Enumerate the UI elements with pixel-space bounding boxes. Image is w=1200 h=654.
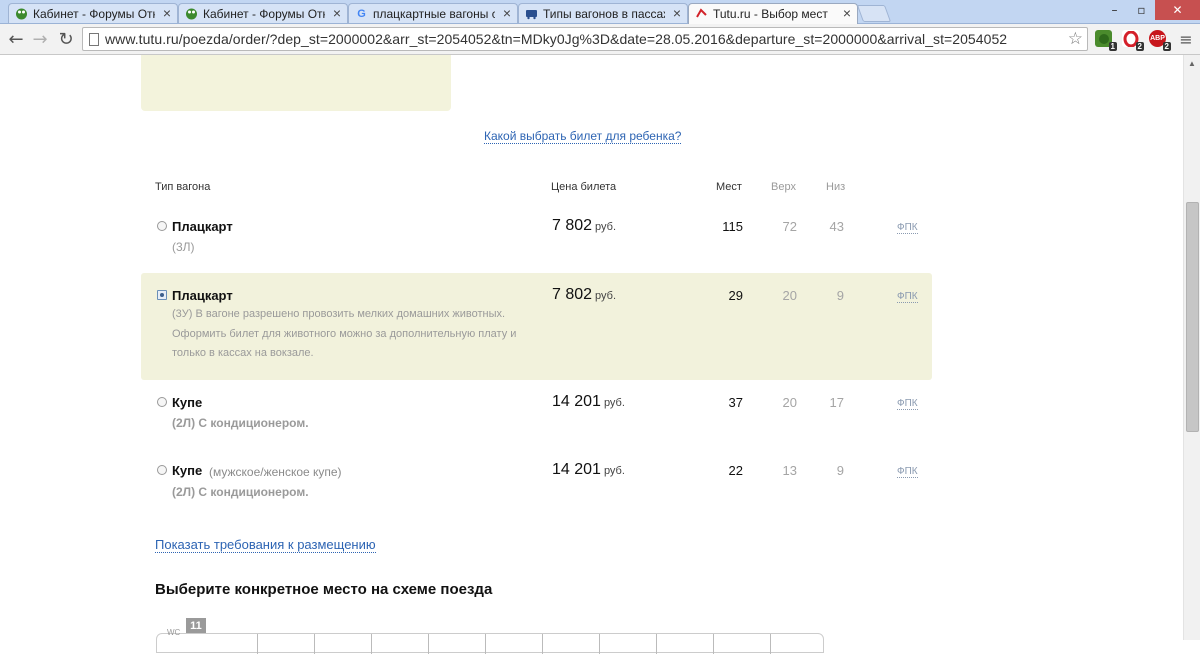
tutu-icon [695, 7, 708, 20]
tab-title: Tutu.ru - Выбор мест [713, 7, 828, 21]
maximize-icon[interactable]: ▫ [1128, 0, 1155, 20]
carrier-link[interactable]: ФПК [897, 398, 918, 410]
carriage-radio[interactable] [157, 465, 167, 475]
green-frog-icon [185, 7, 198, 20]
carriage-description: (3У) В вагоне разрешено провозить мелких… [172, 308, 517, 359]
carriage-class: (2Л) С кондиционером. [172, 416, 309, 430]
show-requirements-link[interactable]: Показать требования к размещению [155, 537, 376, 553]
opera-extension-icon[interactable]: 2 [1122, 30, 1144, 51]
seats-upper: 20 [782, 395, 797, 410]
carriage-price: 7 802 руб. [552, 217, 617, 234]
close-tab-icon[interactable]: × [673, 5, 681, 21]
seats-upper: 72 [782, 219, 797, 234]
seats-total: 29 [728, 288, 743, 303]
google-icon: G [357, 7, 366, 20]
compartment-divider [257, 634, 258, 654]
close-tab-icon[interactable]: × [503, 5, 511, 21]
tab-forum-1[interactable]: Кабинет - Форумы Откр × [8, 3, 178, 23]
tab-tutu-active[interactable]: Tutu.ru - Выбор мест × [688, 3, 858, 24]
carrier-link[interactable]: ФПК [897, 466, 918, 478]
tab-title: плацкартные вагоны с м [373, 7, 495, 21]
window-controls: – ▫ ✕ [1101, 0, 1200, 20]
address-bar[interactable]: www.tutu.ru/poezda/order/?dep_st=2000002… [82, 27, 1088, 51]
seats-total: 22 [728, 463, 743, 478]
menu-hamburger-icon[interactable]: ≡ [1176, 28, 1196, 50]
tab-forum-2[interactable]: Кабинет - Форумы Откр × [178, 3, 348, 23]
compartment-divider [371, 634, 372, 654]
forward-arrow-icon[interactable]: → [30, 28, 50, 50]
carriage-radio[interactable] [157, 221, 167, 231]
seats-lower: 9 [836, 288, 844, 303]
seats-upper: 20 [782, 288, 797, 303]
carriage-price: 14 201 руб. [552, 461, 625, 478]
compartment-divider [599, 634, 600, 654]
header-lower: Низ [826, 181, 846, 193]
tab-strip: Кабинет - Форумы Откр × Кабинет - Форумы… [0, 0, 1200, 24]
compartment-divider [314, 634, 315, 654]
carriage-name: Плацкарт [172, 288, 233, 303]
header-seats: Мест [716, 181, 742, 193]
carriage-radio[interactable] [157, 397, 167, 407]
compartment-divider [713, 634, 714, 654]
carriage-name: Купе [172, 395, 203, 410]
scroll-up-icon[interactable]: ▲ [1184, 55, 1200, 71]
choose-seat-title: Выберите конкретное место на схеме поезд… [155, 581, 493, 598]
green-frog-icon [15, 7, 28, 20]
carriage-price: 14 201 руб. [552, 393, 625, 410]
tab-google-search[interactable]: G плацкартные вагоны с м × [348, 3, 518, 23]
carriage-class: (2Л) С кондиционером. [172, 485, 309, 499]
close-tab-icon[interactable]: × [333, 5, 341, 21]
tab-title: Кабинет - Форумы Откр [33, 7, 155, 21]
child-ticket-link[interactable]: Какой выбрать билет для ребенка? [484, 129, 682, 144]
wagon-number-badge[interactable]: 11 [186, 618, 206, 633]
minimize-icon[interactable]: – [1101, 0, 1128, 20]
seats-lower: 17 [829, 395, 844, 410]
seats-total: 37 [728, 395, 743, 410]
compartment-divider [485, 634, 486, 654]
carrier-link[interactable]: ФПК [897, 291, 918, 303]
seats-total: 115 [722, 219, 743, 234]
info-box [141, 55, 451, 111]
page-icon [89, 33, 99, 46]
seats-lower: 43 [829, 219, 844, 234]
bookmark-star-icon[interactable]: ☆ [1068, 29, 1083, 49]
carrier-link[interactable]: ФПК [897, 222, 918, 234]
tab-title: Типы вагонов в пассаж [543, 7, 665, 21]
adblock-extension-icon[interactable]: ABP 2 [1149, 30, 1171, 51]
compartment-divider [542, 634, 543, 654]
header-upper: Верх [771, 181, 796, 193]
seats-upper: 13 [782, 463, 797, 478]
back-arrow-icon[interactable]: ← [6, 28, 26, 50]
carriage-note: (мужское/женское купе) [209, 465, 342, 479]
frog-extension-icon[interactable]: 1 [1095, 30, 1117, 51]
carriage-name: Плацкарт [172, 219, 233, 234]
reload-icon[interactable]: ↻ [56, 28, 76, 50]
seats-lower: 9 [836, 463, 844, 478]
compartment-divider [428, 634, 429, 654]
close-tab-icon[interactable]: × [163, 5, 171, 21]
train-icon [525, 7, 538, 20]
close-tab-icon[interactable]: × [843, 5, 851, 21]
tab-wagon-types[interactable]: Типы вагонов в пассаж × [518, 3, 688, 23]
compartment-divider [656, 634, 657, 654]
header-wagon-type: Тип вагона [155, 181, 211, 193]
browser-toolbar: ← → ↻ www.tutu.ru/poezda/order/?dep_st=2… [0, 24, 1200, 55]
carriage-class: (3Л) [172, 240, 195, 254]
new-tab-button[interactable] [856, 5, 892, 22]
window-close-icon[interactable]: ✕ [1155, 0, 1200, 20]
vertical-scrollbar[interactable]: ▲ [1183, 55, 1200, 640]
scrollbar-thumb[interactable] [1186, 202, 1199, 432]
carriage-radio-checked[interactable] [157, 290, 167, 300]
header-price: Цена билета [551, 181, 617, 193]
tab-title: Кабинет - Форумы Откр [203, 7, 325, 21]
compartment-divider [770, 634, 771, 654]
train-scheme[interactable]: WC [156, 628, 824, 654]
wc-label: WC [167, 628, 181, 637]
address-url[interactable]: www.tutu.ru/poezda/order/?dep_st=2000002… [105, 31, 1007, 47]
carriage-price: 7 802 руб. [552, 286, 617, 303]
carriage-name: Купе [172, 463, 203, 478]
